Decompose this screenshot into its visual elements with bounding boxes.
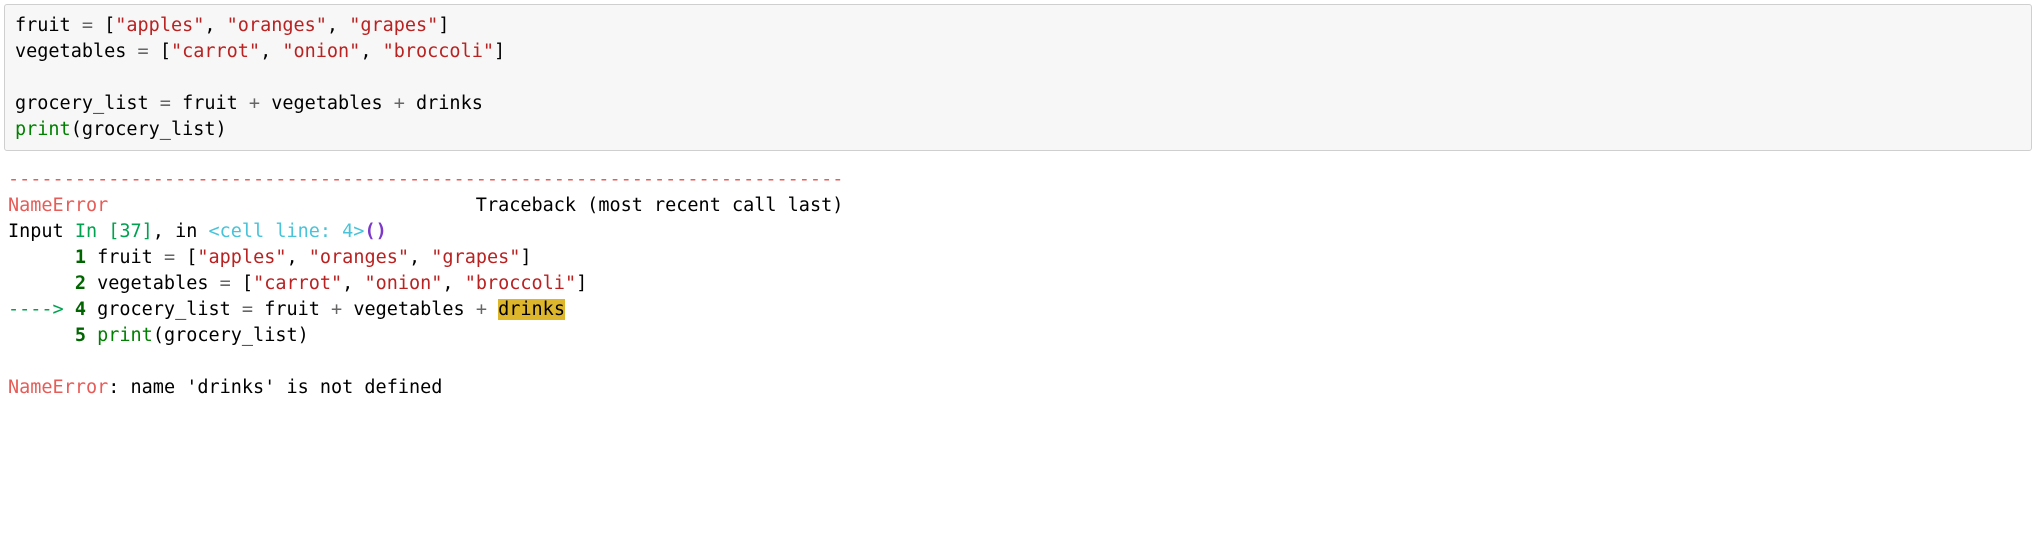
tb-lineno-4: 4 [75,299,86,320]
error-output: ----------------------------------------… [4,167,2032,400]
code-line-5: print(grocery_list) [15,119,227,140]
error-highlight: drinks [498,299,565,320]
cell-line-ref: <cell line: 4> [209,221,365,242]
code-line-2: vegetables = ["carrot", "onion", "brocco… [15,41,505,62]
error-class-final: NameError [8,377,108,398]
input-number: In [37] [75,221,153,242]
tb-arrow: ----> [8,299,75,320]
input-word: Input [8,221,75,242]
code-input-cell[interactable]: fruit = ["apples", "oranges", "grapes"] … [4,4,2032,151]
error-class: NameError [8,195,108,216]
code-line-1: fruit = ["apples", "oranges", "grapes"] [15,15,449,36]
traceback-separator: ----------------------------------------… [8,169,843,190]
tb-lineno-2: 2 [75,273,86,294]
error-message: : name 'drinks' is not defined [108,377,442,398]
tb-lineno-1: 1 [75,247,86,268]
tb-lineno-5: 5 [75,325,86,346]
traceback-label: Traceback (most recent call last) [108,195,843,216]
code-line-4: grocery_list = fruit + vegetables + drin… [15,93,483,114]
